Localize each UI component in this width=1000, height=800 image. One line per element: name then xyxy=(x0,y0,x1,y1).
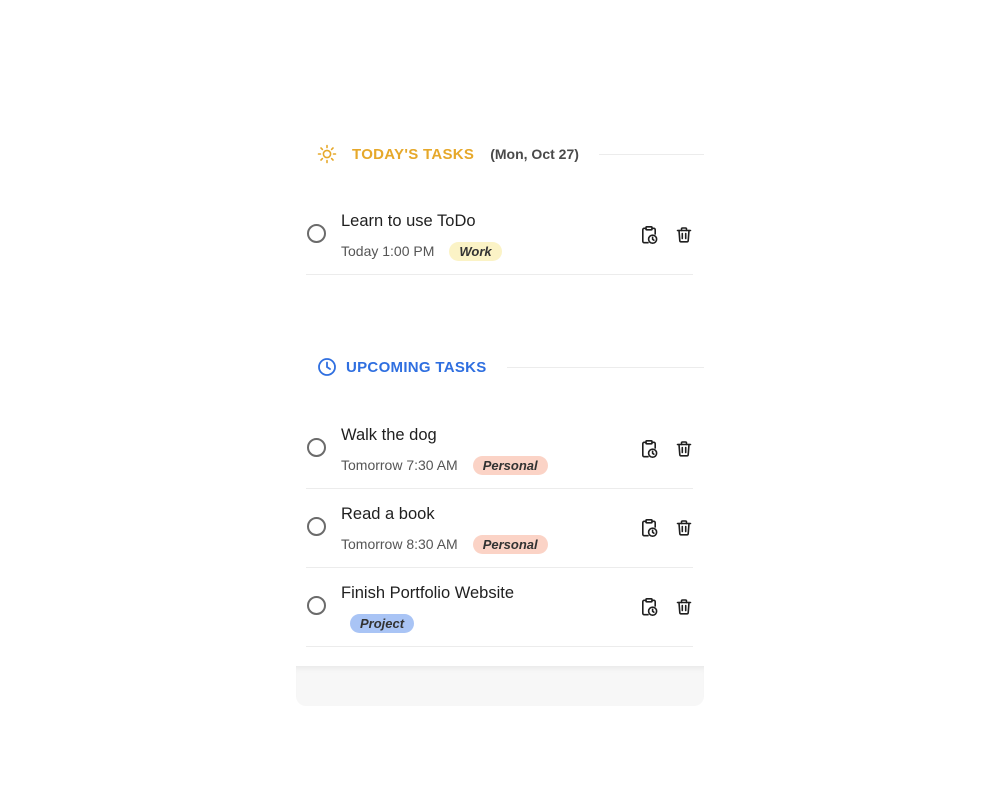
task-actions xyxy=(638,224,695,246)
task-actions xyxy=(638,438,695,460)
task-title: Finish Portfolio Website xyxy=(341,584,515,602)
panel-footer xyxy=(296,666,704,706)
section-divider xyxy=(598,153,704,155)
task-tag: Personal xyxy=(472,455,548,475)
task-row: Learn to use ToDo Today 1:00 PM Work xyxy=(306,196,693,275)
task-actions xyxy=(638,517,695,539)
today-task-list: Learn to use ToDo Today 1:00 PM Work xyxy=(306,196,693,275)
today-date: (Mon, Oct 27) xyxy=(490,146,579,162)
clipboard-clock-icon[interactable] xyxy=(638,517,660,539)
task-tag: Work xyxy=(449,241,502,261)
task-due-time: Tomorrow 8:30 AM xyxy=(341,536,458,552)
trash-icon[interactable] xyxy=(673,596,695,618)
task-meta: Project xyxy=(341,612,415,634)
task-complete-checkbox[interactable] xyxy=(307,517,326,536)
task-tag: Project xyxy=(350,613,415,633)
today-section-title: TODAY'S TASKS xyxy=(352,145,475,163)
clock-icon xyxy=(316,356,338,378)
task-title: Read a book xyxy=(341,505,435,523)
today-section-header: TODAY'S TASKS (Mon, Oct 27) xyxy=(316,142,704,166)
upcoming-section-header: UPCOMING TASKS xyxy=(316,355,704,379)
task-complete-checkbox[interactable] xyxy=(307,596,326,615)
task-tag: Personal xyxy=(472,534,548,554)
trash-icon[interactable] xyxy=(673,517,695,539)
section-divider xyxy=(506,366,704,368)
sun-icon xyxy=(316,143,338,165)
upcoming-task-list: Walk the dog Tomorrow 7:30 AM Personal R… xyxy=(306,410,693,647)
task-row: Read a book Tomorrow 8:30 AM Personal xyxy=(306,489,693,568)
task-due-time: Today 1:00 PM xyxy=(341,243,435,259)
task-complete-checkbox[interactable] xyxy=(307,224,326,243)
task-meta: Tomorrow 8:30 AM Personal xyxy=(341,533,548,555)
task-row: Walk the dog Tomorrow 7:30 AM Personal xyxy=(306,410,693,489)
clipboard-clock-icon[interactable] xyxy=(638,596,660,618)
clipboard-clock-icon[interactable] xyxy=(638,438,660,460)
task-panel: TODAY'S TASKS (Mon, Oct 27) Learn to use… xyxy=(296,100,704,706)
task-title: Walk the dog xyxy=(341,426,437,444)
task-meta: Today 1:00 PM Work xyxy=(341,240,502,262)
clipboard-clock-icon[interactable] xyxy=(638,224,660,246)
task-row: Finish Portfolio Website Project xyxy=(306,568,693,647)
trash-icon[interactable] xyxy=(673,224,695,246)
task-actions xyxy=(638,596,695,618)
task-complete-checkbox[interactable] xyxy=(307,438,326,457)
task-title: Learn to use ToDo xyxy=(341,212,476,230)
task-meta: Tomorrow 7:30 AM Personal xyxy=(341,454,548,476)
upcoming-section-title: UPCOMING TASKS xyxy=(346,358,487,376)
trash-icon[interactable] xyxy=(673,438,695,460)
task-due-time: Tomorrow 7:30 AM xyxy=(341,457,458,473)
